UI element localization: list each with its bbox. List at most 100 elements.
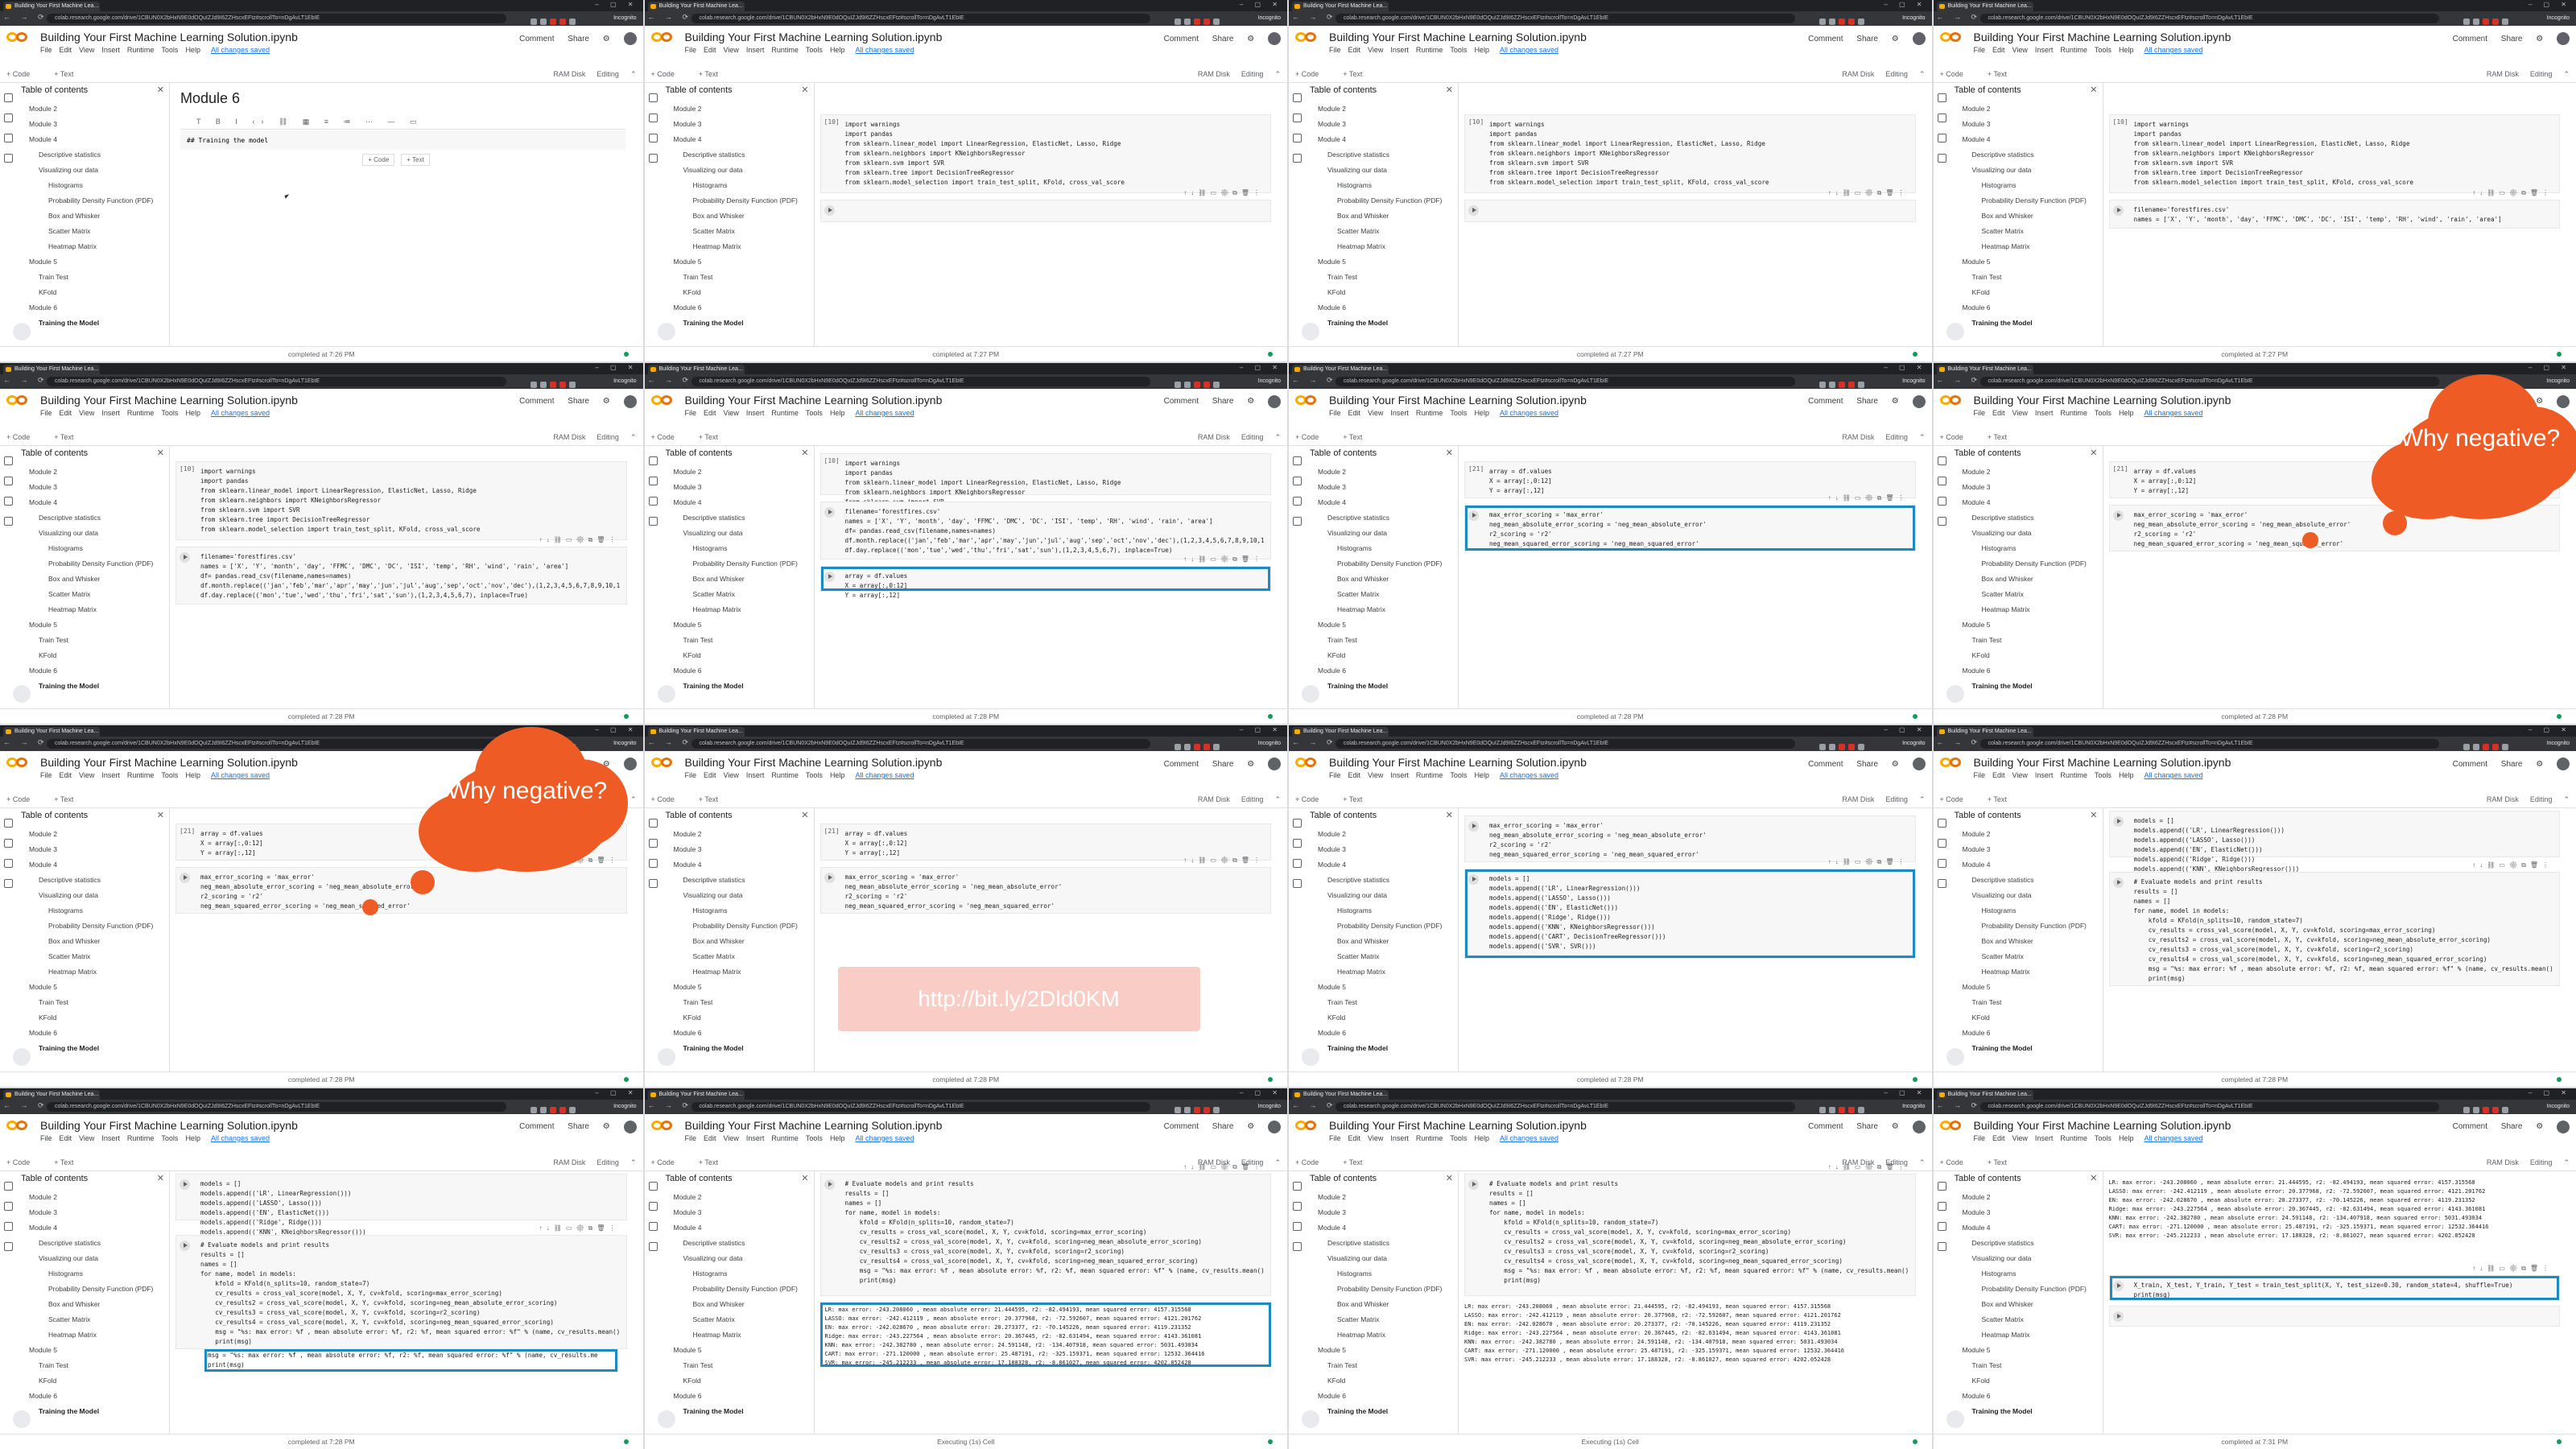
code-cell[interactable]: [21] array = df.values X = array[:,0:12] … [819, 824, 1271, 861]
toc-item[interactable]: KFold [666, 285, 811, 300]
folder-icon[interactable] [648, 516, 658, 526]
run-cell-icon[interactable] [2112, 1280, 2124, 1291]
cell-toolbar-icons[interactable]: ↑↓⛓▭⚙⧉🗑⋮ [2472, 861, 2553, 869]
menu-item-file[interactable]: File [685, 1134, 697, 1142]
avatar[interactable] [1268, 758, 1281, 770]
add-code-button[interactable]: + Code [362, 154, 395, 166]
add-text-button[interactable]: + Text [1988, 795, 2007, 803]
toc-item[interactable]: Scatter Matrix [1310, 224, 1455, 239]
menu-item-edit[interactable]: Edit [1348, 1134, 1361, 1142]
toc-item[interactable]: Training the Model [1955, 679, 2099, 694]
code-editor[interactable]: array = df.values X = array[:,0:12] Y = … [1489, 467, 1909, 496]
incognito-label[interactable]: Incognito [613, 1102, 636, 1112]
run-cell-icon[interactable] [1468, 874, 1479, 885]
browser-tab[interactable]: Building Your First Machine Lea... [1292, 727, 1389, 737]
toc-item[interactable]: Module 5 [21, 254, 166, 270]
toc-item[interactable]: KFold [1310, 285, 1455, 300]
menu-item-file[interactable]: File [40, 409, 52, 417]
folder-icon[interactable] [1937, 879, 1946, 888]
nav-buttons[interactable]: ← → ⟳ [1292, 13, 1337, 22]
toc-icon[interactable] [648, 456, 658, 465]
toc-item[interactable]: Visualizing our data [21, 888, 166, 903]
run-cell-icon[interactable] [180, 1179, 190, 1190]
toc-item[interactable]: Module 6 [1310, 663, 1455, 679]
menu-item-runtime[interactable]: Runtime [127, 46, 155, 54]
toc-item[interactable]: Module 6 [21, 1026, 166, 1041]
menu-item-edit[interactable]: Edit [1992, 1134, 2005, 1142]
toc-item[interactable]: Descriptive statistics [21, 510, 166, 526]
menu-item-file[interactable]: File [1329, 46, 1341, 54]
comment-button[interactable]: Comment [2453, 1122, 2487, 1131]
menu-item-view[interactable]: View [2013, 771, 2028, 779]
chevron-up-icon[interactable]: ⌃ [630, 1158, 637, 1166]
toc-icon[interactable] [1937, 93, 1946, 102]
toc-icon[interactable] [1293, 456, 1302, 465]
close-icon[interactable]: ✕ [157, 807, 164, 824]
toc-item[interactable]: Training the Model [1955, 1404, 2099, 1419]
close-icon[interactable]: ✕ [157, 82, 164, 98]
toc-item[interactable]: Probability Density Function (PDF) [1955, 193, 2099, 208]
toc-item[interactable]: Module 4 [1310, 132, 1455, 147]
run-cell-icon[interactable] [180, 551, 190, 563]
menu-item-tools[interactable]: Tools [806, 1134, 823, 1142]
save-status[interactable]: All changes saved [855, 46, 914, 54]
search-icon[interactable] [1937, 476, 1946, 485]
terminal-icon[interactable] [1302, 322, 1319, 341]
toc-item[interactable]: Histograms [1955, 903, 2099, 919]
add-text-button[interactable]: + Text [699, 1158, 718, 1166]
menu-item-help[interactable]: Help [185, 1134, 200, 1142]
menu-item-runtime[interactable]: Runtime [771, 771, 799, 779]
menu-item-edit[interactable]: Edit [1348, 46, 1361, 54]
toc-item[interactable]: Heatmap Matrix [666, 964, 811, 980]
menu-item-file[interactable]: File [685, 771, 697, 779]
incognito-label[interactable]: Incognito [613, 14, 636, 23]
code-cell[interactable]: [10] import warnings import pandas from s… [175, 460, 627, 540]
editing-mode[interactable]: Editing [2530, 795, 2553, 803]
toc-item[interactable]: Module 5 [666, 254, 811, 270]
search-icon[interactable] [1293, 114, 1302, 122]
toc-item[interactable]: Train Test [21, 270, 166, 285]
save-status[interactable]: All changes saved [855, 1134, 914, 1142]
browser-tab[interactable]: Building Your First Machine Lea... [647, 727, 745, 737]
toc-item[interactable]: Histograms [1955, 541, 2099, 556]
search-icon[interactable] [4, 839, 13, 848]
comment-button[interactable]: Comment [519, 1122, 554, 1131]
toc-item[interactable]: Module 2 [1955, 827, 2099, 842]
share-button[interactable]: Share [568, 35, 589, 43]
run-cell-icon[interactable] [2112, 510, 2124, 521]
ram-disk-indicator[interactable]: RAM Disk [1198, 795, 1230, 803]
comment-button[interactable]: Comment [1164, 397, 1199, 406]
code-cell[interactable]: max_error_scoring = 'max_error' neg_mean… [1464, 494, 1916, 551]
menu-item-runtime[interactable]: Runtime [2060, 46, 2087, 54]
url-field[interactable]: colab.research.google.com/drive/1CBUN0X2… [47, 14, 506, 23]
save-status[interactable]: All changes saved [2144, 1134, 2202, 1142]
menu-item-help[interactable]: Help [830, 46, 845, 54]
comment-button[interactable]: Comment [1164, 1122, 1199, 1131]
code-cell[interactable]: max_error_scoring = 'max_error' neg_mean… [1464, 815, 1916, 862]
toc-item[interactable]: Probability Density Function (PDF) [1955, 919, 2099, 934]
incognito-label[interactable]: Incognito [1902, 1102, 1925, 1112]
toc-item[interactable]: Module 6 [666, 1389, 811, 1404]
chevron-up-icon[interactable]: ⌃ [1274, 1158, 1281, 1166]
menu-item-tools[interactable]: Tools [2095, 409, 2112, 417]
toc-item[interactable]: Scatter Matrix [21, 224, 166, 239]
toc-item[interactable]: Train Test [1955, 995, 2099, 1010]
add-text-button[interactable]: + Text [699, 70, 718, 78]
code-cell[interactable]: [10] import warnings import pandas from s… [819, 114, 1271, 193]
toc-item[interactable]: KFold [666, 1010, 811, 1026]
toc-item[interactable]: Histograms [1955, 178, 2099, 193]
nav-buttons[interactable]: ← → ⟳ [3, 376, 48, 385]
toc-icon[interactable] [4, 819, 13, 828]
toc-item[interactable]: Module 3 [666, 1205, 811, 1220]
menu-item-edit[interactable]: Edit [1992, 409, 2005, 417]
toc-item[interactable]: Module 5 [1310, 1343, 1455, 1358]
cell-toolbar-icons[interactable]: ↑↓⛓▭⚙⧉🗑⋮ [1183, 189, 1264, 197]
toc-item[interactable]: KFold [21, 1010, 166, 1026]
close-icon[interactable]: ✕ [2090, 82, 2097, 98]
toc-item[interactable]: Training the Model [1955, 1041, 2099, 1056]
menu-item-file[interactable]: File [1329, 1134, 1341, 1142]
markdown-editor[interactable]: ## Training the model [180, 130, 625, 150]
toc-item[interactable]: Heatmap Matrix [1310, 239, 1455, 254]
editing-mode[interactable]: Editing [2530, 70, 2553, 78]
url-field[interactable]: colab.research.google.com/drive/1CBUN0X2… [691, 739, 1150, 749]
